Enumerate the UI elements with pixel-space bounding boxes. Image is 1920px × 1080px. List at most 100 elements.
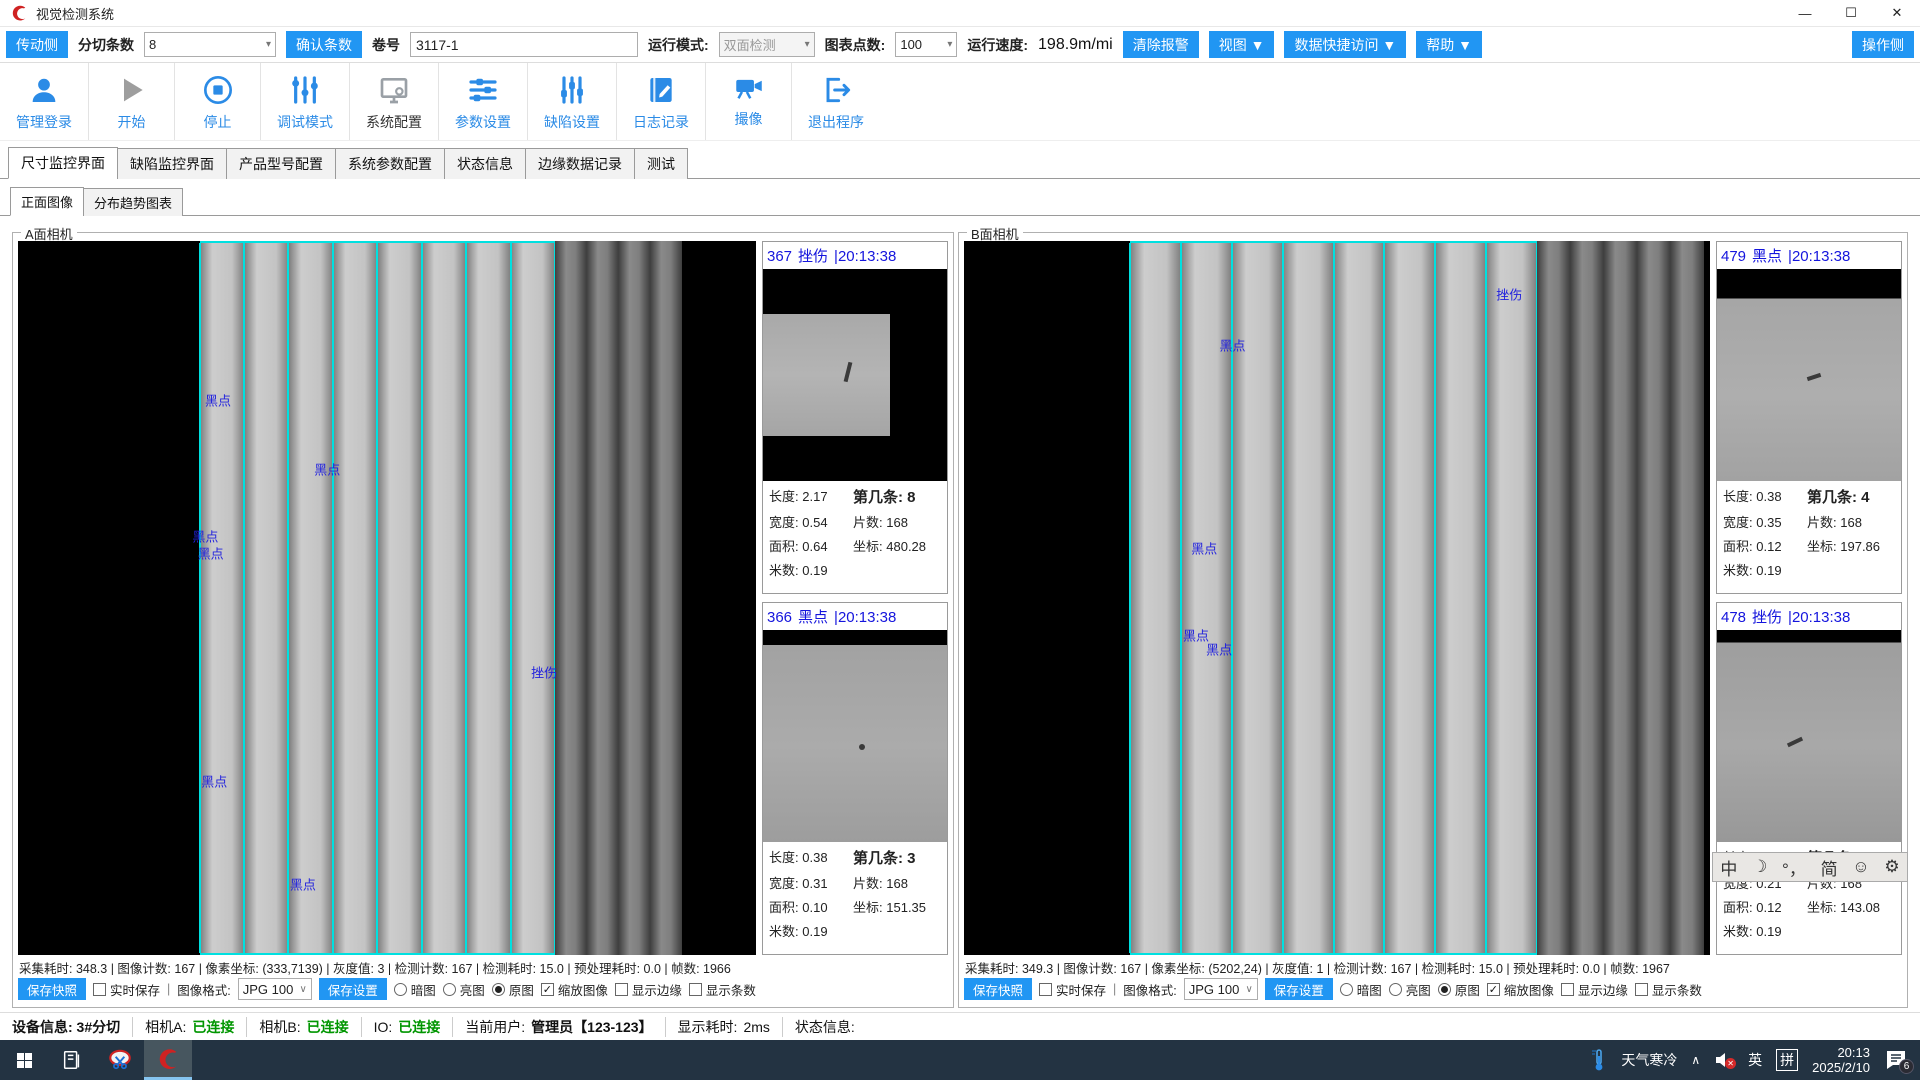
realtime-save-checkbox[interactable]: 实时保存 xyxy=(1039,980,1106,999)
chart-points-select[interactable]: 100▾ xyxy=(895,32,957,57)
strip-region xyxy=(200,241,556,955)
bright-image-radio[interactable]: 亮图 xyxy=(1389,980,1431,999)
show-edge-checkbox[interactable]: 显示边缘 xyxy=(1561,980,1628,999)
ime-simplified-toggle[interactable]: 简 xyxy=(1821,855,1838,880)
snipping-tool-button[interactable] xyxy=(96,1040,144,1080)
run-mode-label: 运行模式: xyxy=(648,35,709,55)
chevron-down-icon: ▾ xyxy=(941,39,952,50)
thermometer-icon xyxy=(1591,1048,1607,1072)
defect-marker: 黑点 xyxy=(1206,639,1232,658)
save-settings-button[interactable]: 保存设置 xyxy=(1265,978,1333,1000)
confirm-count-button[interactable]: 确认条数 xyxy=(286,31,362,58)
defect-entry[interactable]: 367挫伤|20:13:38 长度: 2.17 第几条: 8 宽度: 0.54 … xyxy=(762,241,948,594)
dark-image-radio[interactable]: 暗图 xyxy=(394,980,436,999)
drive-side-button[interactable]: 传动侧 xyxy=(6,31,68,58)
dark-image-radio[interactable]: 暗图 xyxy=(1340,980,1382,999)
save-snapshot-button[interactable]: 保存快照 xyxy=(964,978,1032,1000)
defect-marker: 挫伤 xyxy=(531,663,557,682)
log-record-button[interactable]: 日志记录 xyxy=(616,63,705,140)
ime-emoji-icon[interactable]: ☺ xyxy=(1852,857,1869,877)
camera-a-image[interactable]: 黑点黑点黑点黑点挫伤黑点黑点 xyxy=(18,241,756,955)
defect-marker: 黑点 xyxy=(192,526,218,545)
log-book-icon xyxy=(643,72,679,108)
realtime-save-checkbox[interactable]: 实时保存 xyxy=(93,980,160,999)
chart-points-label: 图表点数: xyxy=(825,35,886,55)
divider: | xyxy=(1113,982,1116,996)
tab-edge-data[interactable]: 边缘数据记录 xyxy=(525,148,635,179)
tab-system-params[interactable]: 系统参数配置 xyxy=(335,148,445,179)
defect-entry[interactable]: 479黑点|20:13:38 长度: 0.38 第几条: 4 宽度: 0.35 … xyxy=(1716,241,1902,594)
video-camera-icon xyxy=(731,69,767,105)
image-format-select[interactable]: JPG 100∨ xyxy=(238,978,312,1000)
start-button[interactable]: 开始 xyxy=(88,63,174,140)
original-image-radio[interactable]: 原图 xyxy=(1438,980,1480,999)
image-format-label: 图像格式: xyxy=(177,980,230,999)
defect-entry[interactable]: 366黑点|20:13:38 长度: 0.38 第几条: 3 宽度: 0.31 … xyxy=(762,602,948,955)
volume-muted-icon[interactable]: ✕ xyxy=(1714,1052,1734,1068)
exit-program-button[interactable]: 退出程序 xyxy=(791,63,880,140)
tray-expand-chevron[interactable]: ∧ xyxy=(1691,1053,1700,1067)
debug-mode-button[interactable]: 调试模式 xyxy=(260,63,349,140)
save-settings-button[interactable]: 保存设置 xyxy=(319,978,387,1000)
run-mode-select[interactable]: 双面检测▾ xyxy=(719,32,815,57)
tab-test[interactable]: 测试 xyxy=(634,148,688,179)
maximize-button[interactable]: ☐ xyxy=(1828,0,1874,27)
bright-image-radio[interactable]: 亮图 xyxy=(443,980,485,999)
ime-halfwidth-icon[interactable]: ☽ xyxy=(1752,857,1767,877)
language-indicator[interactable]: 英 xyxy=(1748,1050,1762,1070)
zoom-image-checkbox[interactable]: ✓缩放图像 xyxy=(1487,980,1554,999)
capture-button[interactable]: 撮像 xyxy=(705,63,791,140)
strip-region xyxy=(1130,241,1537,955)
main-tab-bar: 尺寸监控界面 缺陷监控界面 产品型号配置 系统参数配置 状态信息 边缘数据记录 … xyxy=(0,149,1920,179)
start-button[interactable] xyxy=(0,1040,48,1080)
admin-login-button[interactable]: 管理登录 xyxy=(0,63,88,140)
operator-side-button[interactable]: 操作侧 xyxy=(1852,31,1914,58)
zoom-image-checkbox[interactable]: ✓缩放图像 xyxy=(541,980,608,999)
param-settings-button[interactable]: 参数设置 xyxy=(438,63,527,140)
ime-punctuation-toggle[interactable]: °， xyxy=(1782,855,1806,880)
task-view-button[interactable] xyxy=(48,1040,96,1080)
sliders-vertical2-icon xyxy=(554,72,590,108)
defect-settings-button[interactable]: 缺陷设置 xyxy=(527,63,616,140)
strip-boundary-line xyxy=(421,243,423,953)
tab-trend-chart[interactable]: 分布趋势图表 xyxy=(83,188,183,216)
clear-alarm-button[interactable]: 清除报警 xyxy=(1123,31,1199,58)
speed-label: 运行速度: xyxy=(967,35,1028,55)
minimize-button[interactable]: — xyxy=(1782,0,1828,27)
tab-front-image[interactable]: 正面图像 xyxy=(10,187,84,216)
show-count-checkbox[interactable]: 显示条数 xyxy=(1635,980,1702,999)
camera-b-status-line: 采集耗时: 349.3 | 图像计数: 167 | 像素坐标: (5202,24… xyxy=(964,955,1902,975)
save-snapshot-button[interactable]: 保存快照 xyxy=(18,978,86,1000)
tab-status-info[interactable]: 状态信息 xyxy=(444,148,526,179)
notification-center-button[interactable]: 6 xyxy=(1884,1049,1910,1071)
weather-text[interactable]: 天气寒冷 xyxy=(1621,1050,1677,1070)
show-edge-checkbox[interactable]: 显示边缘 xyxy=(615,980,682,999)
system-config-button[interactable]: 系统配置 xyxy=(349,63,438,140)
close-button[interactable]: ✕ xyxy=(1874,0,1920,27)
app-taskbar-button[interactable] xyxy=(144,1040,192,1080)
original-image-radio[interactable]: 原图 xyxy=(492,980,534,999)
stop-button[interactable]: 停止 xyxy=(174,63,260,140)
camera-a-defect-list: 367挫伤|20:13:38 长度: 2.17 第几条: 8 宽度: 0.54 … xyxy=(762,241,948,955)
icon-toolbar: 管理登录 开始 停止 调试模式 系统配置 xyxy=(0,63,1920,141)
defect-marker: 黑点 xyxy=(1183,626,1209,645)
roll-number-input[interactable] xyxy=(410,32,638,57)
defect-entry[interactable]: 478挫伤|20:13:38 长度: 0.57 第几条: 3 宽度: 0.21 … xyxy=(1716,602,1902,955)
image-format-select[interactable]: JPG 100∨ xyxy=(1184,978,1258,1000)
tab-product-model[interactable]: 产品型号配置 xyxy=(226,148,336,179)
camera-b-image[interactable]: 挫伤黑点黑点黑点黑点 xyxy=(964,241,1710,955)
ime-lang-toggle[interactable]: 中 xyxy=(1720,855,1737,880)
help-menu-button[interactable]: 帮助 ▼ xyxy=(1416,31,1482,58)
ime-indicator[interactable]: 拼 xyxy=(1776,1049,1798,1071)
slit-count-select[interactable]: 8▾ xyxy=(144,32,276,57)
app-logo-icon xyxy=(10,4,28,22)
ime-settings-gear-icon[interactable]: ⚙ xyxy=(1884,857,1899,877)
strip-boundary-line xyxy=(1485,243,1487,953)
data-quick-access-button[interactable]: 数据快捷访问 ▼ xyxy=(1284,31,1406,58)
view-menu-button[interactable]: 视图 ▼ xyxy=(1209,31,1275,58)
taskbar-clock[interactable]: 20:13 2025/2/10 xyxy=(1812,1045,1870,1075)
strip-boundary-line xyxy=(287,243,289,953)
show-count-checkbox[interactable]: 显示条数 xyxy=(689,980,756,999)
tab-defect-monitor[interactable]: 缺陷监控界面 xyxy=(117,148,227,179)
tab-size-monitor[interactable]: 尺寸监控界面 xyxy=(8,147,118,179)
